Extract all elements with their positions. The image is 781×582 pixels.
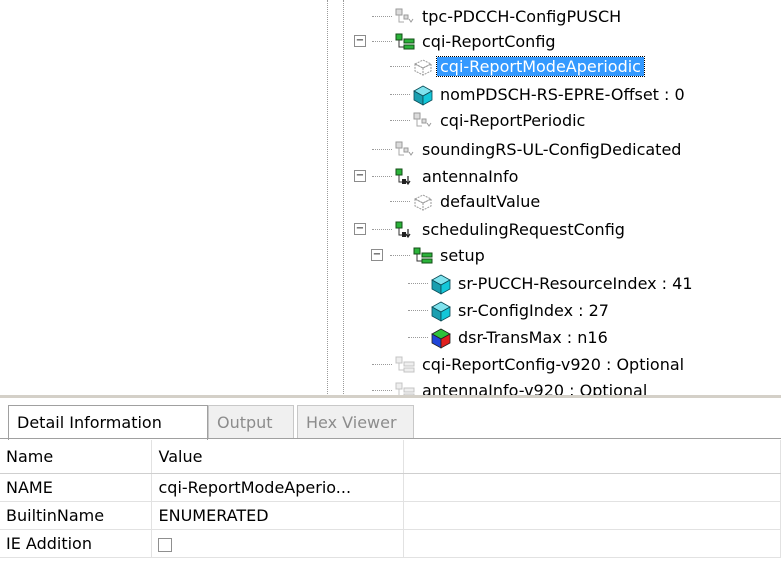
enumerated-outline-icon	[412, 191, 434, 213]
tree-node-sr-pucch[interactable]: sr-PUCCH-ResourceIndex : 41	[430, 271, 696, 295]
row-value-cell[interactable]: cqi-ReportModeAperio...	[151, 473, 404, 502]
integer-cube-icon	[430, 273, 452, 295]
tree-expander-toggle[interactable]: −	[354, 170, 366, 182]
tree-connector-line	[372, 41, 392, 42]
row-value-cell[interactable]	[151, 529, 404, 558]
tree-node-nompdsch[interactable]: nomPDSCH-RS-EPRE-Offset : 0	[412, 82, 688, 106]
optional-sequence-icon	[412, 110, 434, 132]
tree-view[interactable]: tpc-PDCCH-ConfigPUSCH − cqi-ReportConfig cq…	[0, 0, 781, 398]
tree-node-label: dsr-TransMax : n16	[458, 327, 608, 347]
tree-guide-line	[327, 0, 328, 398]
tree-expander-toggle[interactable]: −	[354, 223, 366, 235]
tree-node-dsr-transmax[interactable]: dsr-TransMax : n16	[430, 325, 611, 349]
bottom-tab-bar: Detail Information Output Hex Viewer	[0, 405, 781, 440]
tree-connector-line	[372, 176, 392, 177]
pane-splitter[interactable]	[0, 395, 781, 398]
tree-guide-line	[343, 0, 344, 398]
integer-cube-icon	[430, 300, 452, 322]
optional-sequence-icon	[394, 139, 416, 161]
tree-connector-line	[390, 201, 410, 202]
tree-node-cqi-reportconfig[interactable]: cqi-ReportConfig	[394, 29, 559, 53]
tree-node-label: defaultValue	[440, 191, 541, 211]
tree-expander-toggle[interactable]: −	[371, 249, 383, 261]
optional-sequence-faded-icon	[394, 354, 416, 376]
tree-node-cqi-reportconfig-v920[interactable]: cqi-ReportConfig-v920 : Optional	[394, 352, 687, 376]
sequence-icon	[394, 31, 416, 53]
enumerated-cube-icon	[430, 327, 452, 349]
tree-node-label: sr-ConfigIndex : 27	[458, 300, 609, 320]
row-name-cell: IE Addition	[0, 529, 153, 558]
table-header-row: Name Value	[0, 440, 781, 474]
tree-connector-line	[408, 310, 428, 311]
tree-node-cqi-reportmodeaperiodic[interactable]: cqi-ReportModeAperiodic	[412, 54, 645, 78]
integer-cube-icon	[412, 84, 434, 106]
choice-icon	[394, 219, 416, 241]
optional-sequence-icon	[394, 6, 416, 28]
tab-hex-viewer[interactable]: Hex Viewer	[297, 405, 414, 438]
detail-information-panel: Name Value NAME cqi-ReportModeAperio... …	[0, 440, 781, 582]
tab-detail-information[interactable]: Detail Information	[8, 405, 208, 440]
table-row[interactable]: BuiltinName ENUMERATED	[0, 501, 781, 530]
detail-table: Name Value NAME cqi-ReportModeAperio... …	[0, 440, 781, 558]
tree-node-label: antennaInfo	[422, 166, 519, 186]
ie-addition-checkbox[interactable]	[158, 537, 173, 552]
tree-connector-line	[372, 390, 392, 391]
column-header-value[interactable]: Value	[151, 440, 404, 474]
column-header-empty	[403, 440, 781, 474]
tree-node-cqi-reportperiodic[interactable]: cqi-ReportPeriodic	[412, 108, 588, 132]
tree-node-antennainfo[interactable]: antennaInfo	[394, 164, 521, 188]
tree-connector-line	[372, 16, 392, 17]
tree-node-soundingrs[interactable]: soundingRS-UL-ConfigDedicated	[394, 137, 684, 161]
tree-connector-line	[408, 337, 428, 338]
tab-output[interactable]: Output	[208, 405, 294, 438]
tree-node-schedulingrequestconfig[interactable]: schedulingRequestConfig	[394, 217, 628, 241]
tree-connector-line	[390, 66, 410, 67]
row-value-cell[interactable]: ENUMERATED	[151, 501, 404, 530]
sequence-icon	[412, 245, 434, 267]
tree-connector-line	[390, 255, 410, 256]
tree-node-label: sr-PUCCH-ResourceIndex : 41	[458, 273, 693, 293]
tree-node-label: soundingRS-UL-ConfigDedicated	[422, 139, 682, 159]
tree-node-label: schedulingRequestConfig	[422, 219, 625, 239]
column-header-name[interactable]: Name	[0, 440, 153, 474]
tree-connector-line	[372, 229, 392, 230]
row-name-cell: BuiltinName	[0, 501, 153, 530]
enumerated-outline-icon	[412, 56, 434, 78]
choice-icon	[394, 166, 416, 188]
row-name-cell: NAME	[0, 473, 153, 502]
row-empty-cell	[403, 501, 781, 530]
tree-connector-line	[372, 364, 392, 365]
row-empty-cell	[403, 473, 781, 502]
tree-node-defaultvalue[interactable]: defaultValue	[412, 189, 543, 213]
tree-node-label: cqi-ReportConfig-v920 : Optional	[422, 354, 685, 374]
tree-connector-line	[390, 120, 410, 121]
tree-connector-line	[408, 283, 428, 284]
table-row[interactable]: NAME cqi-ReportModeAperio...	[0, 473, 781, 502]
tree-node-label: cqi-ReportConfig	[422, 31, 556, 51]
tree-expander-toggle[interactable]: −	[354, 35, 366, 47]
tree-node-setup[interactable]: setup	[412, 243, 488, 267]
tree-node-label: cqi-ReportModeAperiodic	[436, 55, 645, 77]
tree-connector-line	[372, 149, 392, 150]
tree-node-sr-configindex[interactable]: sr-ConfigIndex : 27	[430, 298, 612, 322]
tab-divider	[0, 438, 781, 439]
tree-node-label: nomPDSCH-RS-EPRE-Offset : 0	[440, 84, 685, 104]
tree-node-label: tpc-PDCCH-ConfigPUSCH	[422, 6, 622, 26]
row-empty-cell	[403, 529, 781, 558]
tree-node-tpc-pdcch[interactable]: tpc-PDCCH-ConfigPUSCH	[394, 4, 624, 28]
tree-node-label: setup	[440, 245, 485, 265]
table-row[interactable]: IE Addition	[0, 529, 781, 558]
tree-node-label: cqi-ReportPeriodic	[440, 110, 586, 130]
tree-connector-line	[390, 94, 410, 95]
